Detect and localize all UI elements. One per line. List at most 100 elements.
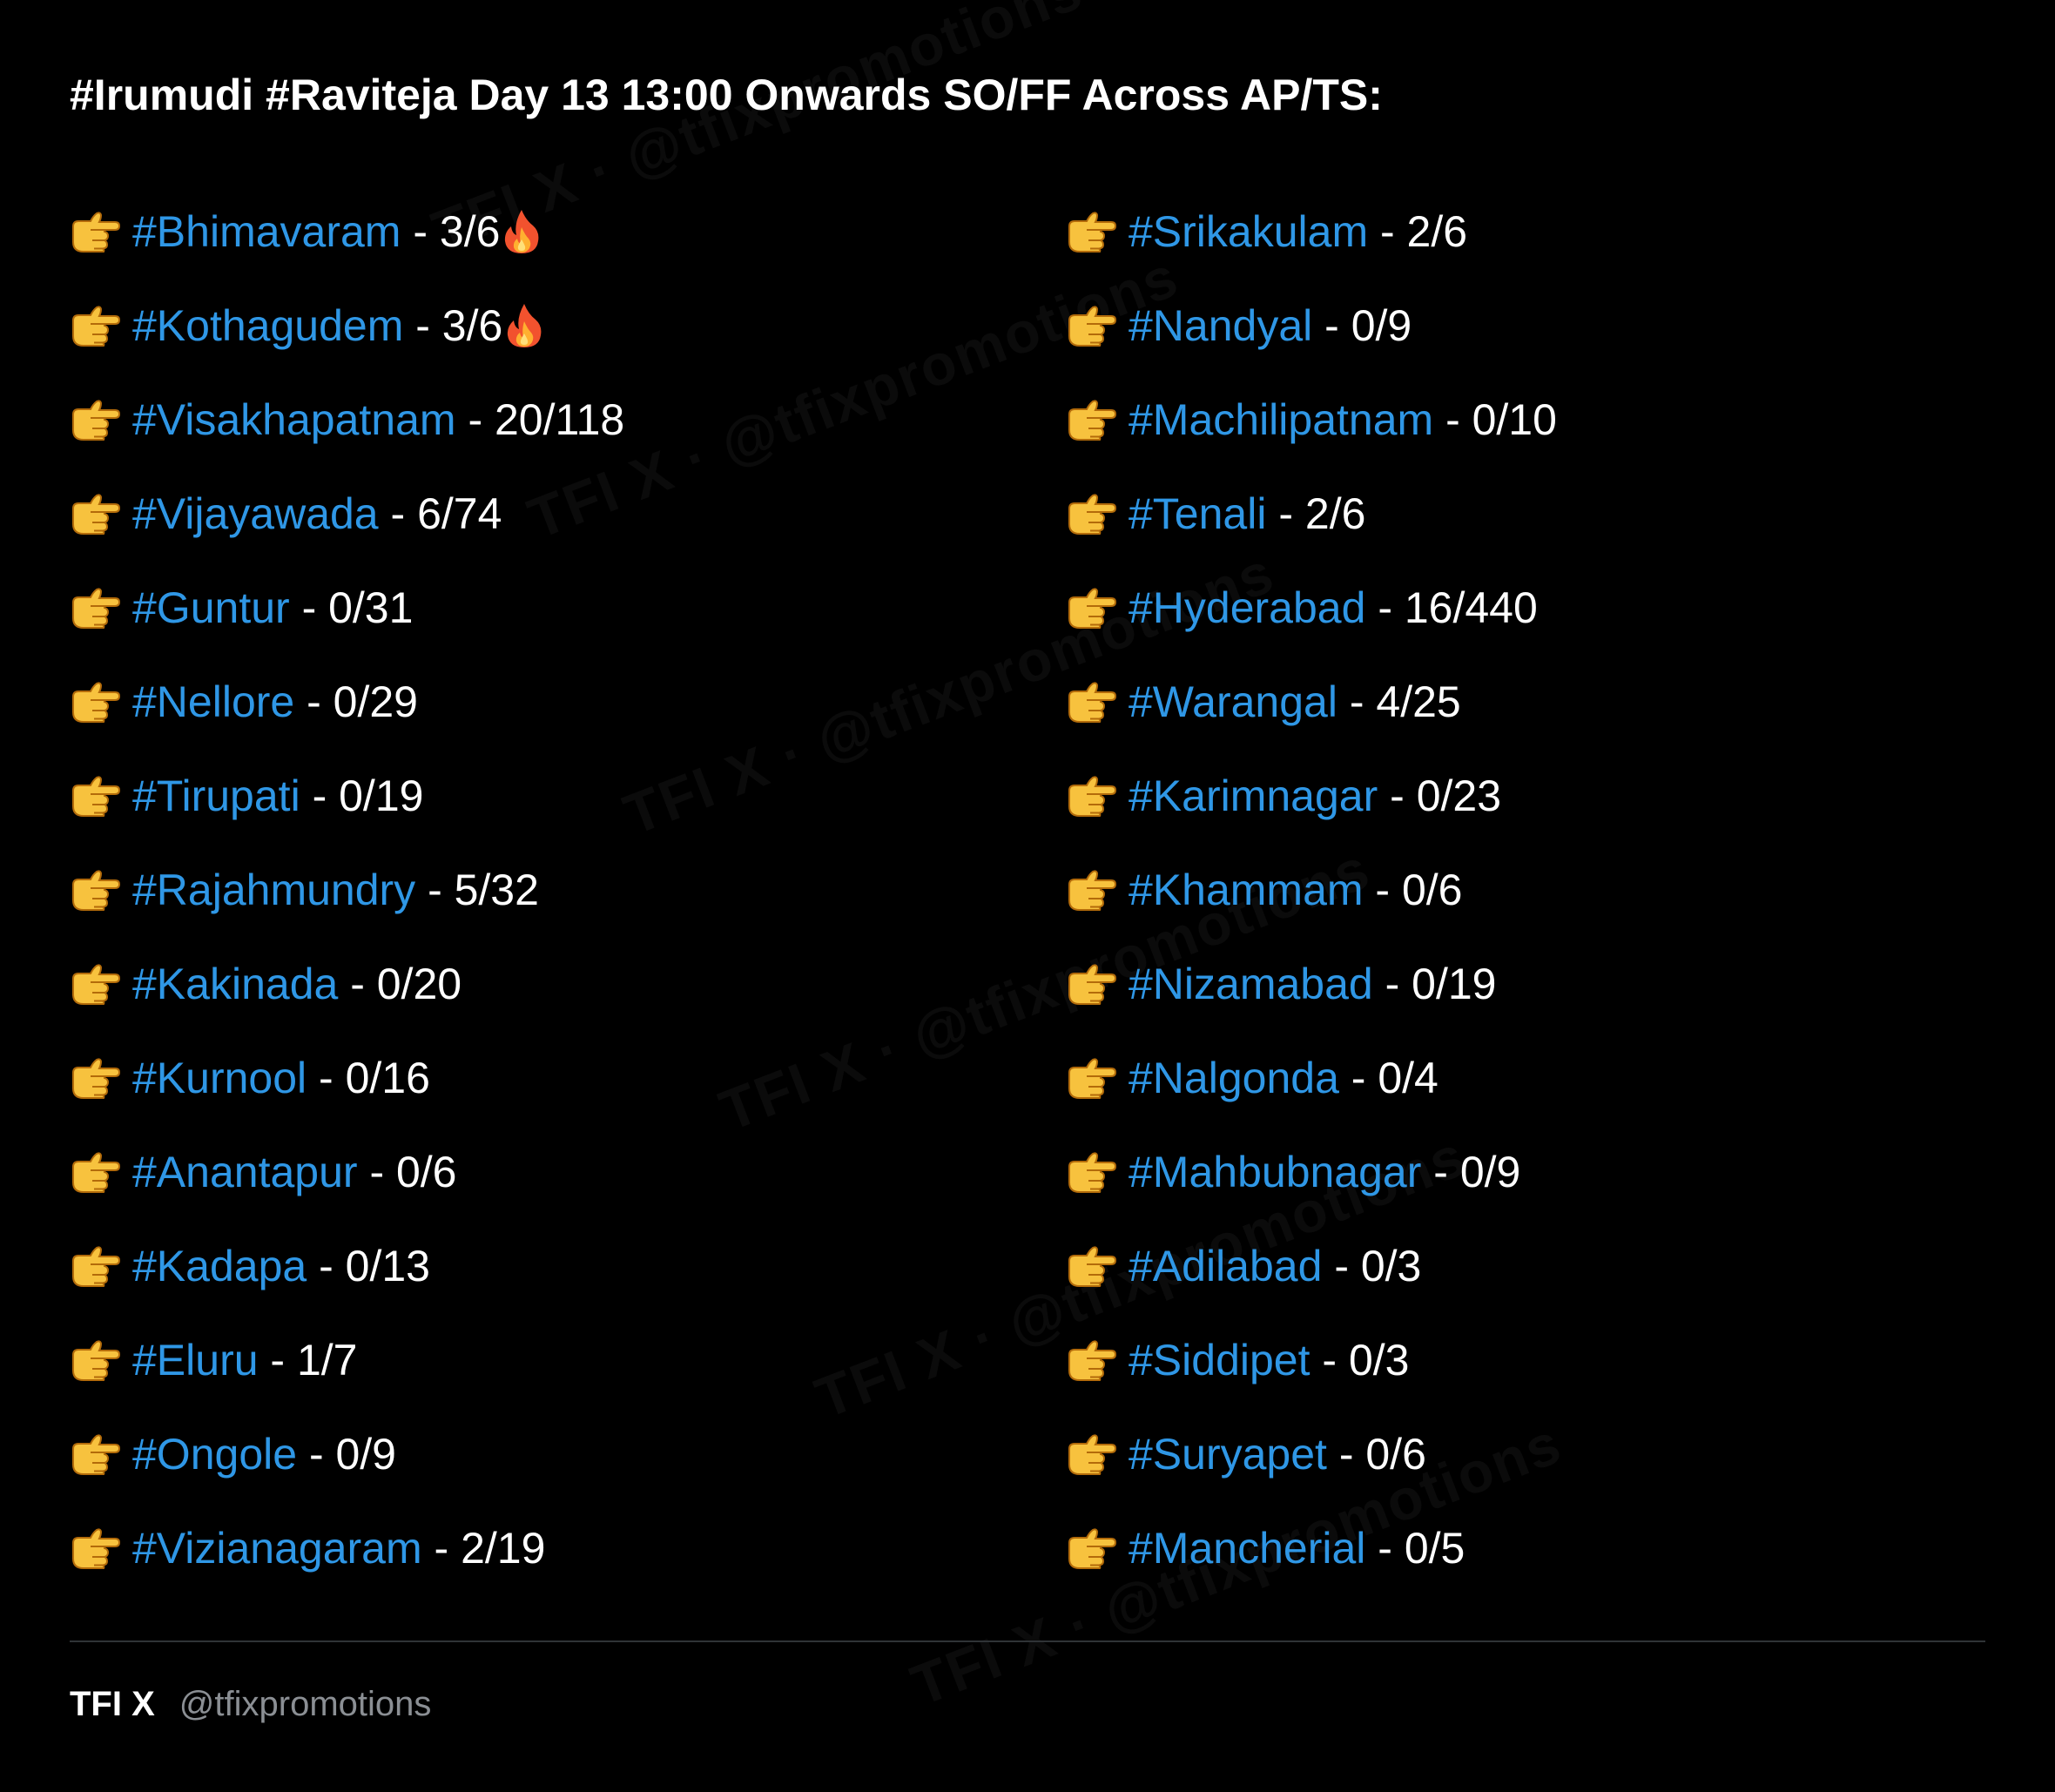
show-count-value: 0/19 [1412, 960, 1497, 1008]
city-row: #Warangal - 4/25 [1066, 655, 1557, 749]
city-hashtag[interactable]: #Kakinada [132, 959, 338, 1009]
city-hashtag[interactable]: #Nizamabad [1129, 959, 1373, 1009]
backhand-index-pointing-right-icon [70, 1245, 120, 1287]
city-hashtag[interactable]: #Kurnool [132, 1053, 307, 1103]
fire-icon [504, 302, 544, 349]
backhand-index-pointing-right-icon [70, 493, 120, 535]
city-hashtag[interactable]: #Vizianagaram [132, 1523, 422, 1573]
separator: - [403, 301, 442, 350]
city-row: #Tirupati - 0/19 [70, 749, 624, 843]
city-row: #Tenali - 2/6 [1066, 467, 1557, 561]
city-row: #Karimnagar - 0/23 [1066, 749, 1557, 843]
city-hashtag[interactable]: #Mahbubnagar [1129, 1147, 1421, 1197]
city-hashtag[interactable]: #Warangal [1129, 677, 1337, 727]
city-hashtag[interactable]: #Siddipet [1129, 1335, 1310, 1385]
backhand-index-pointing-right-icon [70, 775, 120, 817]
backhand-index-pointing-right-icon [70, 305, 120, 347]
separator: - [378, 489, 418, 538]
city-row: #Kakinada - 0/20 [70, 937, 624, 1031]
city-hashtag[interactable]: #Kadapa [132, 1241, 307, 1291]
fire-icon [502, 208, 542, 255]
separator: - [1363, 866, 1402, 914]
city-row: #Adilabad - 0/3 [1066, 1219, 1557, 1313]
city-row: #Nandyal - 0/9 [1066, 279, 1557, 373]
backhand-index-pointing-right-icon [1066, 963, 1116, 1005]
separator: - [1372, 960, 1412, 1008]
show-count-value: 5/32 [454, 866, 539, 914]
city-hashtag[interactable]: #Hyderabad [1129, 583, 1365, 633]
backhand-index-pointing-right-icon [70, 1339, 120, 1381]
footer-divider [70, 1640, 1985, 1642]
backhand-index-pointing-right-icon [70, 211, 120, 253]
show-count-value: 0/6 [1365, 1430, 1426, 1479]
left-city-list: #Bhimavaram - 3/6 #Kothagudem - 3/6 #Visak… [70, 185, 624, 1595]
city-hashtag[interactable]: #Khammam [1129, 865, 1364, 915]
backhand-index-pointing-right-icon [70, 1057, 120, 1099]
show-count-value: 0/10 [1472, 395, 1557, 444]
separator: - [1365, 1524, 1405, 1573]
separator: - [1433, 395, 1472, 444]
show-count-value: 0/29 [333, 677, 418, 726]
show-count-value: 0/6 [1401, 866, 1463, 914]
backhand-index-pointing-right-icon [1066, 1339, 1116, 1381]
separator: - [1310, 1336, 1349, 1384]
city-hashtag[interactable]: #Tenali [1129, 488, 1266, 539]
separator: - [258, 1336, 297, 1384]
show-count-value: 0/9 [335, 1430, 396, 1479]
city-hashtag[interactable]: #Rajahmundry [132, 865, 415, 915]
city-hashtag[interactable]: #Vijayawada [132, 488, 379, 539]
city-row: #Guntur - 0/31 [70, 561, 624, 655]
city-hashtag[interactable]: #Karimnagar [1129, 771, 1378, 821]
backhand-index-pointing-right-icon [70, 1527, 120, 1569]
show-count-value: 3/6 [441, 301, 503, 350]
city-hashtag[interactable]: #Anantapur [132, 1147, 358, 1197]
city-hashtag[interactable]: #Visakhapatnam [132, 394, 456, 445]
separator: - [1368, 207, 1407, 256]
city-hashtag[interactable]: #Bhimavaram [132, 206, 401, 257]
city-row: #Kurnool - 0/16 [70, 1031, 624, 1125]
city-hashtag[interactable]: #Adilabad [1129, 1241, 1322, 1291]
show-count-value: 4/25 [1376, 677, 1461, 726]
city-hashtag[interactable]: #Kothagudem [132, 300, 403, 351]
separator: - [338, 960, 377, 1008]
city-hashtag[interactable]: #Ongole [132, 1429, 297, 1479]
show-count-value: 0/4 [1378, 1054, 1438, 1102]
city-hashtag[interactable]: #Eluru [132, 1335, 259, 1385]
city-row: #Mahbubnagar - 0/9 [1066, 1125, 1557, 1219]
show-count-value: 2/6 [1304, 489, 1366, 538]
backhand-index-pointing-right-icon [70, 869, 120, 911]
city-row: #Anantapur - 0/6 [70, 1125, 624, 1219]
city-row: #Srikakulam - 2/6 [1066, 185, 1557, 279]
city-hashtag[interactable]: #Machilipatnam [1129, 394, 1433, 445]
show-count-value: 0/20 [376, 960, 462, 1008]
show-count-value: 0/23 [1416, 771, 1502, 820]
city-hashtag[interactable]: #Nalgonda [1129, 1053, 1339, 1103]
separator: - [1326, 1430, 1366, 1479]
backhand-index-pointing-right-icon [1066, 493, 1116, 535]
city-row: #Nalgonda - 0/4 [1066, 1031, 1557, 1125]
show-count-value: 3/6 [439, 207, 501, 256]
separator: - [1421, 1148, 1460, 1196]
city-hashtag[interactable]: #Tirupati [132, 771, 300, 821]
separator: - [415, 866, 455, 914]
show-count-value: 0/3 [1348, 1336, 1410, 1384]
post-title: #Irumudi #Raviteja Day 13 13:00 Onwards … [70, 71, 1383, 119]
city-hashtag[interactable]: #Nandyal [1129, 300, 1312, 351]
city-row: #Suryapet - 0/6 [1066, 1407, 1557, 1501]
show-count-value: 0/19 [339, 771, 424, 820]
show-count-value: 0/3 [1360, 1242, 1422, 1290]
city-hashtag[interactable]: #Srikakulam [1129, 206, 1368, 257]
backhand-index-pointing-right-icon [70, 1433, 120, 1475]
city-hashtag[interactable]: #Suryapet [1129, 1429, 1327, 1479]
backhand-index-pointing-right-icon [1066, 305, 1116, 347]
city-row: #Vizianagaram - 2/19 [70, 1501, 624, 1595]
city-row: #Mancherial - 0/5 [1066, 1501, 1557, 1595]
city-hashtag[interactable]: #Mancherial [1129, 1523, 1365, 1573]
city-hashtag[interactable]: #Nellore [132, 677, 294, 727]
show-count-value: 2/6 [1406, 207, 1468, 256]
show-count-value: 6/74 [417, 489, 502, 538]
backhand-index-pointing-right-icon [70, 1151, 120, 1193]
right-city-list: #Srikakulam - 2/6 #Nandyal - 0/9 #Machilip… [1066, 185, 1557, 1595]
backhand-index-pointing-right-icon [1066, 211, 1116, 253]
city-hashtag[interactable]: #Guntur [132, 583, 290, 633]
